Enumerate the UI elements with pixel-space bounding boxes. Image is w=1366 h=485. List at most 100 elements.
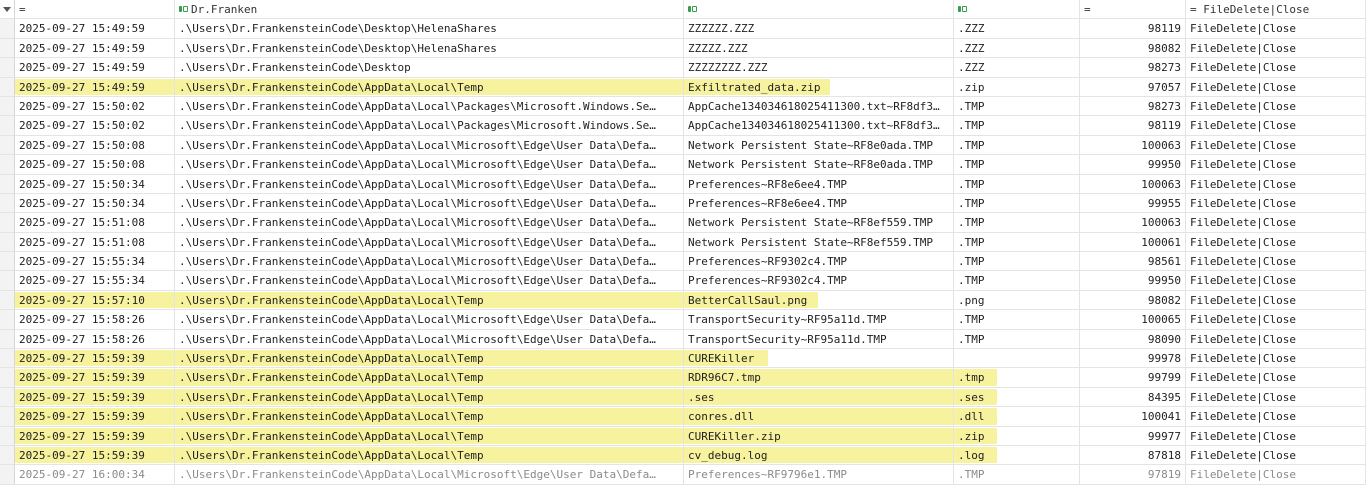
cell-path[interactable]: .\Users\Dr.FrankensteinCode\AppData\Loca… — [175, 213, 684, 233]
cell-name[interactable]: AppCache134034618025411300.txt~RF8df3… — [684, 96, 954, 117]
filter-size[interactable]: = — [1080, 0, 1186, 20]
cell-name[interactable]: Network Persistent State~RF8ef559.TMP — [684, 213, 954, 233]
cell-time[interactable]: 2025-09-27 15:59:39 — [15, 368, 175, 388]
cell-reason[interactable]: FileDelete|Close — [1186, 116, 1366, 136]
cell-time[interactable]: 2025-09-27 15:49:59 — [15, 38, 175, 59]
cell-name[interactable]: Network Persistent State~RF8ef559.TMP — [684, 232, 954, 253]
row-gutter[interactable] — [0, 271, 15, 291]
cell-size[interactable]: 99799 — [1080, 368, 1186, 388]
cell-path[interactable]: .\Users\Dr.FrankensteinCode\Desktop — [175, 58, 684, 78]
table-row[interactable]: 2025-09-27 15:59:39 .\Users\Dr.Frankenste… — [0, 426, 1366, 446]
cell-ext[interactable]: .tmp — [954, 368, 1080, 388]
table-row[interactable]: 2025-09-27 15:59:39 .\Users\Dr.Frankenste… — [0, 368, 1366, 388]
cell-time[interactable]: 2025-09-27 15:59:39 — [15, 349, 175, 369]
cell-name[interactable]: Preferences~RF8e6ee4.TMP — [684, 193, 954, 214]
cell-time[interactable]: 2025-09-27 15:55:34 — [15, 252, 175, 272]
cell-size[interactable]: 100061 — [1080, 232, 1186, 253]
cell-time[interactable]: 2025-09-27 15:59:39 — [15, 426, 175, 446]
cell-reason[interactable]: FileDelete|Close — [1186, 19, 1366, 39]
cell-path[interactable]: .\Users\Dr.FrankensteinCode\AppData\Loca… — [175, 77, 684, 97]
table-row[interactable]: 2025-09-27 15:49:59 .\Users\Dr.Frankenste… — [0, 58, 1366, 78]
row-gutter[interactable] — [0, 310, 15, 330]
cell-ext[interactable]: .TMP — [954, 465, 1080, 485]
cell-path[interactable]: .\Users\Dr.FrankensteinCode\AppData\Loca… — [175, 387, 684, 408]
cell-path[interactable]: .\Users\Dr.FrankensteinCode\AppData\Loca… — [175, 426, 684, 446]
table-row[interactable]: 2025-09-27 16:00:34 .\Users\Dr.Frankenste… — [0, 465, 1366, 485]
table-row[interactable]: 2025-09-27 15:50:02 .\Users\Dr.Frankenste… — [0, 116, 1366, 136]
cell-ext[interactable]: .log — [954, 445, 1080, 466]
cell-reason[interactable]: FileDelete|Close — [1186, 174, 1366, 194]
cell-reason[interactable]: FileDelete|Close — [1186, 329, 1366, 350]
cell-size[interactable]: 98082 — [1080, 290, 1186, 311]
table-row[interactable]: 2025-09-27 15:57:10 .\Users\Dr.Frankenste… — [0, 290, 1366, 311]
cell-size[interactable]: 99978 — [1080, 349, 1186, 369]
cell-name[interactable]: ZZZZZZ.ZZZ — [684, 19, 954, 39]
table-row[interactable]: 2025-09-27 15:59:39 .\Users\Dr.Frankenste… — [0, 349, 1366, 369]
filter-time[interactable]: = — [15, 0, 175, 20]
row-gutter[interactable] — [0, 368, 15, 388]
table-row[interactable]: 2025-09-27 15:50:34 .\Users\Dr.Frankenste… — [0, 174, 1366, 194]
cell-size[interactable]: 100063 — [1080, 174, 1186, 194]
cell-name[interactable]: BetterCallSaul.png — [684, 290, 954, 311]
cell-reason[interactable]: FileDelete|Close — [1186, 465, 1366, 485]
cell-ext[interactable]: .ZZZ — [954, 38, 1080, 59]
cell-name[interactable]: RDR96C7.tmp — [684, 368, 954, 388]
filter-reason[interactable]: = FileDelete|Close — [1186, 0, 1366, 20]
cell-ext[interactable]: .TMP — [954, 96, 1080, 117]
cell-path[interactable]: .\Users\Dr.FrankensteinCode\AppData\Loca… — [175, 193, 684, 214]
cell-ext[interactable]: .ZZZ — [954, 19, 1080, 39]
cell-ext[interactable]: .TMP — [954, 213, 1080, 233]
cell-reason[interactable]: FileDelete|Close — [1186, 135, 1366, 156]
cell-time[interactable]: 2025-09-27 15:49:59 — [15, 19, 175, 39]
cell-path[interactable]: .\Users\Dr.FrankensteinCode\AppData\Loca… — [175, 174, 684, 194]
cell-size[interactable]: 97819 — [1080, 465, 1186, 485]
cell-reason[interactable]: FileDelete|Close — [1186, 193, 1366, 214]
table-row[interactable]: 2025-09-27 15:51:08 .\Users\Dr.Frankenste… — [0, 213, 1366, 233]
cell-size[interactable]: 84395 — [1080, 387, 1186, 408]
cell-ext[interactable]: .zip — [954, 426, 1080, 446]
row-gutter[interactable] — [0, 426, 15, 446]
cell-size[interactable]: 98273 — [1080, 58, 1186, 78]
cell-time[interactable]: 2025-09-27 15:50:08 — [15, 135, 175, 156]
table-row[interactable]: 2025-09-27 15:50:02 .\Users\Dr.Frankenste… — [0, 96, 1366, 117]
cell-name[interactable]: CUREKiller — [684, 349, 954, 369]
cell-path[interactable]: .\Users\Dr.FrankensteinCode\AppData\Loca… — [175, 290, 684, 311]
cell-path[interactable]: .\Users\Dr.FrankensteinCode\AppData\Loca… — [175, 252, 684, 272]
cell-time[interactable]: 2025-09-27 15:49:59 — [15, 77, 175, 97]
row-gutter[interactable] — [0, 155, 15, 175]
cell-ext[interactable]: .TMP — [954, 135, 1080, 156]
table-row[interactable]: 2025-09-27 15:55:34 .\Users\Dr.Frankenste… — [0, 271, 1366, 291]
cell-ext[interactable] — [954, 349, 1080, 369]
cell-size[interactable]: 98119 — [1080, 19, 1186, 39]
filter-name[interactable] — [684, 0, 954, 20]
cell-path[interactable]: .\Users\Dr.FrankensteinCode\AppData\Loca… — [175, 407, 684, 427]
cell-time[interactable]: 2025-09-27 15:50:08 — [15, 155, 175, 175]
cell-time[interactable]: 2025-09-27 15:50:02 — [15, 116, 175, 136]
cell-path[interactable]: .\Users\Dr.FrankensteinCode\AppData\Loca… — [175, 116, 684, 136]
row-gutter[interactable] — [0, 290, 15, 311]
table-row[interactable]: 2025-09-27 15:49:59 .\Users\Dr.Frankenste… — [0, 38, 1366, 59]
cell-name[interactable]: TransportSecurity~RF95a11d.TMP — [684, 310, 954, 330]
cell-time[interactable]: 2025-09-27 16:00:34 — [15, 465, 175, 485]
cell-path[interactable]: .\Users\Dr.FrankensteinCode\AppData\Loca… — [175, 96, 684, 117]
cell-name[interactable]: Preferences~RF8e6ee4.TMP — [684, 174, 954, 194]
cell-ext[interactable]: .png — [954, 290, 1080, 311]
cell-reason[interactable]: FileDelete|Close — [1186, 77, 1366, 97]
table-row[interactable]: 2025-09-27 15:51:08 .\Users\Dr.Frankenste… — [0, 232, 1366, 253]
cell-ext[interactable]: .ZZZ — [954, 58, 1080, 78]
cell-reason[interactable]: FileDelete|Close — [1186, 252, 1366, 272]
cell-path[interactable]: .\Users\Dr.FrankensteinCode\AppData\Loca… — [175, 368, 684, 388]
cell-ext[interactable]: .TMP — [954, 310, 1080, 330]
row-gutter[interactable] — [0, 38, 15, 59]
cell-path[interactable]: .\Users\Dr.FrankensteinCode\AppData\Loca… — [175, 329, 684, 350]
cell-time[interactable]: 2025-09-27 15:59:39 — [15, 407, 175, 427]
cell-size[interactable]: 100065 — [1080, 310, 1186, 330]
cell-path[interactable]: .\Users\Dr.FrankensteinCode\AppData\Loca… — [175, 271, 684, 291]
cell-name[interactable]: .ses — [684, 387, 954, 408]
row-gutter[interactable] — [0, 465, 15, 485]
cell-reason[interactable]: FileDelete|Close — [1186, 96, 1366, 117]
cell-ext[interactable]: .TMP — [954, 252, 1080, 272]
cell-time[interactable]: 2025-09-27 15:59:39 — [15, 387, 175, 408]
cell-time[interactable]: 2025-09-27 15:50:34 — [15, 193, 175, 214]
row-gutter[interactable] — [0, 19, 15, 39]
